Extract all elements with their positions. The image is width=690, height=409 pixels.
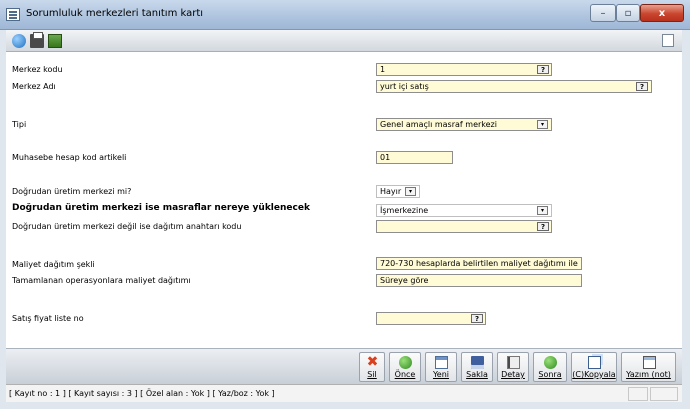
export-icon[interactable] bbox=[48, 34, 62, 48]
once-button[interactable]: Önce bbox=[389, 352, 421, 382]
yeni-label: Yeni bbox=[432, 370, 450, 379]
uretim-mi-value: Hayır bbox=[380, 187, 402, 196]
dagitim-kodu-field[interactable]: ? bbox=[376, 220, 552, 233]
uretim-mi-select[interactable]: Hayır ▾ bbox=[376, 185, 420, 198]
window-titlebar: Sorumluluk merkezleri tanıtım kartı – ▫ … bbox=[0, 0, 690, 30]
merkez-kodu-label: Merkez kodu bbox=[12, 65, 63, 74]
merkez-adi-label: Merkez Adı bbox=[12, 82, 56, 91]
dagitim-kodu-lookup-button[interactable]: ? bbox=[537, 222, 549, 231]
merkez-kodu-value: 1 bbox=[380, 65, 386, 74]
save-icon bbox=[471, 356, 484, 369]
uretim-mi-label: Doğrudan üretim merkezi mi? bbox=[12, 187, 132, 196]
maliyet-sekli-value: 720-730 hesaplarda belirtilen maliyet da… bbox=[380, 259, 578, 268]
globe-icon[interactable] bbox=[12, 34, 26, 48]
new-window-icon bbox=[435, 356, 448, 369]
status-bar: [ Kayıt no : 1 ] [ Kayıt sayısı : 3 ] [ … bbox=[6, 384, 682, 402]
close-button[interactable]: x bbox=[640, 4, 684, 22]
muhasebe-field[interactable]: 01 bbox=[376, 151, 453, 164]
sonra-button[interactable]: Sonra bbox=[533, 352, 567, 382]
yeni-button[interactable]: Yeni bbox=[425, 352, 457, 382]
tamamlanan-label: Tamamlanan operasyonlara maliyet dağıtım… bbox=[12, 276, 191, 285]
yuklenecek-select[interactable]: İşmerkezine ▾ bbox=[376, 204, 552, 217]
muhasebe-value: 01 bbox=[380, 153, 391, 162]
merkez-adi-lookup-button[interactable]: ? bbox=[636, 82, 648, 91]
merkez-adi-value: yurt içi satış bbox=[380, 82, 429, 91]
window-title: Sorumluluk merkezleri tanıtım kartı bbox=[26, 8, 204, 19]
minimize-button[interactable]: – bbox=[590, 4, 616, 22]
yuklenecek-value: İşmerkezine bbox=[380, 206, 429, 215]
kopyala-label: (C)Kopyala bbox=[572, 370, 616, 379]
satis-fiyat-lookup-button[interactable]: ? bbox=[471, 314, 483, 323]
merkez-kodu-lookup-button[interactable]: ? bbox=[537, 65, 549, 74]
maliyet-sekli-field[interactable]: 720-730 hesaplarda belirtilen maliyet da… bbox=[376, 257, 582, 270]
maliyet-sekli-label: Maliyet dağıtım şekli bbox=[12, 260, 95, 269]
merkez-adi-field[interactable]: yurt içi satış ? bbox=[376, 80, 652, 93]
sonra-label: Sonra bbox=[538, 370, 562, 379]
tipi-value: Genel amaçlı masraf merkezi bbox=[380, 120, 497, 129]
maximize-button[interactable]: ▫ bbox=[616, 4, 640, 22]
dagitim-kodu-label: Doğrudan üretim merkezi değil ise dağıtı… bbox=[12, 222, 242, 231]
delete-icon: ✖ bbox=[366, 354, 379, 370]
action-bar: ✖ Sil Önce Yeni Sakla Detay Sonra (C)Kop… bbox=[6, 348, 682, 384]
sil-button[interactable]: ✖ Sil bbox=[359, 352, 385, 382]
merkez-kodu-field[interactable]: 1 ? bbox=[376, 63, 552, 76]
yuklenecek-label: Doğrudan üretim merkezi ise masraflar ne… bbox=[12, 203, 310, 213]
tamamlanan-field[interactable]: Süreye göre bbox=[376, 274, 582, 287]
sil-label: Sil bbox=[367, 370, 377, 379]
copy-icon bbox=[588, 356, 601, 369]
detay-label: Detay bbox=[501, 370, 525, 379]
detay-button[interactable]: Detay bbox=[497, 352, 529, 382]
once-label: Önce bbox=[394, 370, 416, 379]
satis-fiyat-field[interactable]: ? bbox=[376, 312, 486, 325]
side-panel-icon[interactable] bbox=[662, 34, 674, 47]
sakla-button[interactable]: Sakla bbox=[461, 352, 493, 382]
previous-icon bbox=[399, 356, 412, 369]
next-icon bbox=[544, 356, 557, 369]
form-panel: Merkez kodu 1 ? Merkez Adı yurt içi satı… bbox=[6, 52, 682, 348]
yuklenecek-dropdown-icon[interactable]: ▾ bbox=[537, 206, 548, 215]
satis-fiyat-label: Satış fiyat liste no bbox=[12, 314, 84, 323]
print-icon[interactable] bbox=[30, 32, 44, 48]
toolbar bbox=[6, 30, 682, 52]
tipi-label: Tipi bbox=[12, 120, 27, 129]
tamamlanan-value: Süreye göre bbox=[380, 276, 429, 285]
detail-icon bbox=[507, 356, 520, 369]
tipi-dropdown-icon[interactable]: ▾ bbox=[537, 120, 548, 129]
app-form-icon bbox=[6, 8, 20, 21]
kopyala-button[interactable]: (C)Kopyala bbox=[571, 352, 617, 382]
status-cell bbox=[628, 387, 648, 401]
tipi-select[interactable]: Genel amaçlı masraf merkezi ▾ bbox=[376, 118, 552, 131]
sakla-label: Sakla bbox=[466, 370, 488, 379]
yazim-label: Yazım (not) bbox=[626, 370, 671, 379]
muhasebe-label: Muhasebe hesap kod artikeli bbox=[12, 153, 127, 162]
status-cell-resize bbox=[650, 387, 678, 401]
yazim-button[interactable]: Yazım (not) bbox=[621, 352, 676, 382]
uretim-mi-dropdown-icon[interactable]: ▾ bbox=[405, 187, 416, 196]
status-text: [ Kayıt no : 1 ] [ Kayıt sayısı : 3 ] [ … bbox=[9, 389, 275, 398]
note-icon bbox=[642, 356, 656, 369]
